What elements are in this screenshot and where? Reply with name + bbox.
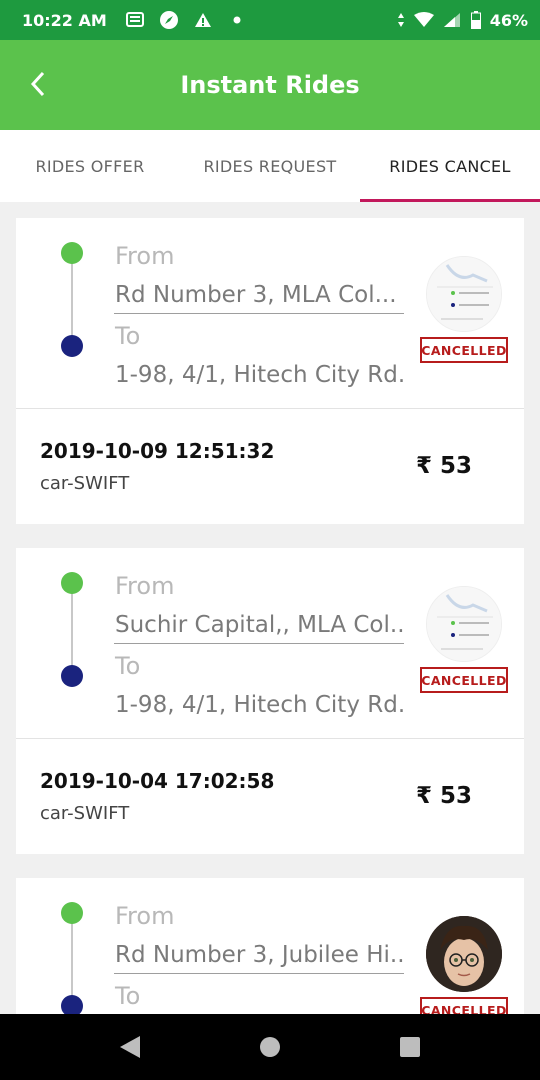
message-icon (125, 10, 145, 30)
compass-icon (159, 10, 179, 30)
from-label: From (115, 572, 175, 600)
to-label: To (115, 652, 141, 680)
from-address[interactable]: Suchir Capital,, MLA Col... (115, 612, 405, 638)
from-address[interactable]: Rd Number 3, Jubilee Hi... (115, 942, 405, 968)
from-label: From (115, 902, 175, 930)
chevron-left-icon (30, 71, 45, 97)
ride-datetime: 2019-10-09 12:51:32 (40, 439, 275, 463)
cancelled-stamp: CANCELLED (420, 997, 508, 1014)
from-address-underline (114, 643, 404, 644)
from-address-underline (114, 973, 404, 974)
wifi-icon (413, 10, 434, 30)
status-icons-right: 46% (396, 10, 528, 30)
ride-card[interactable]: From Suchir Capital,, MLA Col... To 1-98… (16, 548, 524, 854)
tab-bar: RIDES OFFER RIDES REQUEST RIDES CANCEL (0, 130, 540, 202)
ride-car: car-SWIFT (40, 803, 130, 824)
page-title: Instant Rides (180, 71, 360, 99)
battery-icon (470, 10, 482, 30)
status-bar: 10:22 AM 46% (0, 0, 540, 40)
to-dot (61, 335, 83, 357)
tab-rides-request[interactable]: RIDES REQUEST (180, 130, 360, 202)
back-button[interactable] (18, 64, 58, 104)
ride-card[interactable]: From Rd Number 3, MLA Col... To 1-98, 4/… (16, 218, 524, 524)
cancelled-stamp: CANCELLED (420, 337, 508, 363)
status-icons-left (125, 10, 247, 30)
from-dot (61, 242, 83, 264)
ride-datetime: 2019-10-04 17:02:58 (40, 769, 275, 793)
ride-price: ₹ 53 (416, 783, 473, 809)
signal-icon (442, 10, 462, 30)
tab-rides-offer[interactable]: RIDES OFFER (0, 130, 180, 202)
ride-price: ₹ 53 (416, 453, 473, 479)
to-address: 1-98, 4/1, Hitech City Rd... (115, 362, 405, 388)
system-nav-bar (0, 1014, 540, 1080)
ride-route: From Rd Number 3, MLA Col... To 1-98, 4/… (16, 218, 524, 409)
ride-car: car-SWIFT (40, 473, 130, 494)
to-address: 1-98, 4/1, Hitech City Rd... (115, 692, 405, 718)
ride-info: 2019-10-04 17:02:58 car-SWIFT ₹ 53 (16, 739, 524, 854)
recents-square-icon (400, 1037, 420, 1057)
alert-icon (193, 10, 213, 30)
nav-home-button[interactable] (255, 1032, 285, 1062)
ride-info: 2019-10-09 12:51:32 car-SWIFT ₹ 53 (16, 409, 524, 524)
map-thumbnail (426, 256, 502, 332)
battery-percent: 46% (489, 10, 528, 30)
from-address[interactable]: Rd Number 3, MLA Col... (115, 282, 405, 308)
ride-route: From Suchir Capital,, MLA Col... To 1-98… (16, 548, 524, 739)
to-label: To (115, 982, 141, 1010)
to-label: To (115, 322, 141, 350)
from-address-underline (114, 313, 404, 314)
map-thumbnail (426, 586, 502, 662)
nav-recents-button[interactable] (395, 1032, 425, 1062)
to-dot (61, 665, 83, 687)
nav-back-button[interactable] (115, 1032, 145, 1062)
app-bar: Instant Rides (0, 40, 540, 130)
rides-list[interactable]: From Rd Number 3, MLA Col... To 1-98, 4/… (0, 202, 540, 1014)
from-dot (61, 902, 83, 924)
dot-icon (227, 10, 247, 30)
ride-route: From Rd Number 3, Jubilee Hi... To CANCE… (16, 878, 524, 1014)
cancelled-stamp: CANCELLED (420, 667, 508, 693)
tab-rides-cancel[interactable]: RIDES CANCEL (360, 130, 540, 202)
ride-card[interactable]: From Rd Number 3, Jubilee Hi... To CANCE… (16, 878, 524, 1014)
from-label: From (115, 242, 175, 270)
from-dot (61, 572, 83, 594)
data-arrows-icon (396, 10, 406, 30)
avatar-photo (426, 916, 502, 992)
back-triangle-icon (120, 1036, 140, 1058)
to-dot (61, 995, 83, 1014)
home-circle-icon (260, 1037, 280, 1057)
status-time: 10:22 AM (22, 10, 107, 30)
